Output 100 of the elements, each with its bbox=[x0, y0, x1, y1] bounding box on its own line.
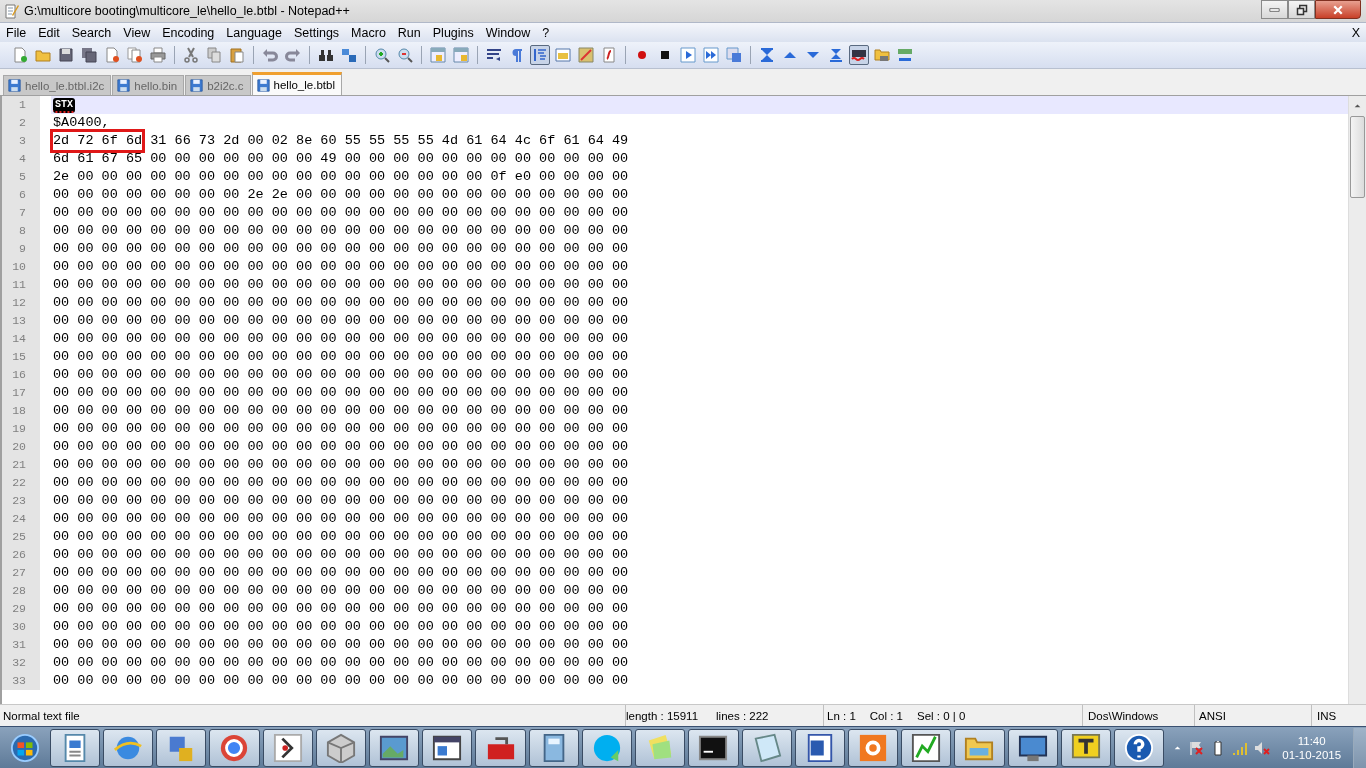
line-number: 28 bbox=[2, 582, 40, 600]
menu-item[interactable]: Search bbox=[65, 25, 118, 40]
status-text: Ln : 1 bbox=[827, 709, 856, 722]
taskbar-button[interactable] bbox=[422, 728, 473, 767]
menu-item[interactable]: ? bbox=[536, 25, 556, 40]
indent-guide-button[interactable] bbox=[530, 45, 550, 65]
taskbar-button[interactable] bbox=[315, 728, 366, 767]
menu-item[interactable]: Plugins bbox=[426, 25, 480, 40]
taskbar-button[interactable] bbox=[528, 728, 579, 767]
line-number: 9 bbox=[2, 240, 40, 258]
zoom-in-button[interactable] bbox=[372, 45, 392, 65]
menu-item[interactable]: Macro bbox=[345, 25, 392, 40]
code-line: 00 00 00 00 00 00 00 00 00 00 00 00 00 00 00 00 00 00 00 00 00 00 00 00 bbox=[52, 618, 630, 636]
file-tab[interactable]: hello_le.btbl.i2c bbox=[3, 75, 112, 95]
taskbar-button[interactable] bbox=[901, 728, 952, 767]
line-number: 5 bbox=[2, 168, 40, 186]
status-text: lines : 222 bbox=[716, 709, 769, 722]
taskbar-button[interactable] bbox=[1114, 728, 1165, 767]
chart-icon bbox=[911, 732, 942, 763]
code-line: 00 00 00 00 00 00 00 00 00 00 00 00 00 00 00 00 00 00 00 00 00 00 00 00 bbox=[52, 384, 630, 402]
new-file-icon bbox=[12, 47, 28, 63]
taskbar-button[interactable] bbox=[794, 728, 845, 767]
taskbar-button[interactable] bbox=[635, 728, 686, 767]
line-number: 32 bbox=[2, 654, 40, 672]
taskbar-button[interactable] bbox=[954, 728, 1005, 767]
code-line: 00 00 00 00 00 00 00 00 00 00 00 00 00 00 00 00 00 00 00 00 00 00 00 00 bbox=[52, 294, 630, 312]
taskbar-button[interactable] bbox=[475, 728, 526, 767]
close-file-icon bbox=[104, 47, 120, 63]
restore-icon bbox=[1295, 3, 1308, 16]
save-all-button[interactable] bbox=[79, 45, 99, 65]
print-button[interactable] bbox=[148, 45, 168, 65]
cut-button[interactable] bbox=[181, 45, 201, 65]
code-line: 00 00 00 00 00 00 00 00 00 00 00 00 00 00 00 00 00 00 00 00 00 00 00 00 bbox=[52, 474, 630, 492]
menu-item[interactable]: Edit bbox=[32, 25, 66, 40]
sync-horizontal-icon bbox=[453, 47, 469, 63]
file-tab[interactable]: hello_le.btbl bbox=[251, 72, 342, 95]
play-icon bbox=[680, 47, 696, 63]
code-line: 00 00 00 00 00 00 00 00 00 00 00 00 00 00 00 00 00 00 00 00 00 00 00 00 bbox=[52, 636, 630, 654]
menu-item[interactable]: Run bbox=[391, 25, 427, 40]
taskbar-button[interactable] bbox=[156, 728, 207, 767]
zoom-out-button[interactable] bbox=[395, 45, 415, 65]
code-line: 00 00 00 00 00 00 00 00 00 00 00 00 00 00 00 00 00 00 00 00 00 00 00 00 bbox=[52, 258, 630, 276]
expand-icon bbox=[828, 47, 844, 63]
menu-item[interactable]: Encoding bbox=[156, 25, 221, 40]
taskbar-button[interactable] bbox=[1060, 728, 1112, 767]
status-text: Col : 1 bbox=[869, 709, 904, 722]
taskbar-button[interactable] bbox=[1007, 728, 1058, 767]
menu-item[interactable]: Settings bbox=[287, 25, 346, 40]
code-line: 00 00 00 00 00 00 00 00 00 00 00 00 00 00 00 00 00 00 00 00 00 00 00 00 bbox=[52, 510, 630, 528]
taskbar-button[interactable] bbox=[688, 728, 739, 767]
taskbar-button[interactable] bbox=[102, 728, 154, 767]
show-hidden-icon[interactable] bbox=[1173, 743, 1183, 752]
line-number: 21 bbox=[2, 456, 40, 474]
code-line: 00 00 00 00 00 00 00 00 00 00 00 00 00 00 00 00 00 00 00 00 00 00 00 00 bbox=[52, 204, 630, 222]
code-line: 00 00 00 00 00 00 00 00 00 00 00 00 00 00 00 00 00 00 00 00 00 00 00 00 bbox=[52, 366, 630, 384]
play-button[interactable] bbox=[678, 45, 698, 65]
close-document-button[interactable]: X bbox=[1345, 25, 1366, 40]
menu-item[interactable]: File bbox=[0, 25, 33, 40]
menu-item[interactable]: Language bbox=[220, 25, 288, 40]
taskbar-button[interactable] bbox=[262, 728, 313, 767]
close-button[interactable] bbox=[1315, 0, 1361, 19]
clock-time: 11:40 bbox=[1297, 733, 1326, 748]
spellcheck-button[interactable] bbox=[849, 45, 869, 65]
taskbar-button[interactable] bbox=[581, 728, 633, 767]
line-number: 8 bbox=[2, 222, 40, 240]
scrollbar-thumb[interactable] bbox=[1350, 116, 1365, 198]
status-text: length : 15911 bbox=[626, 709, 699, 722]
paste-button[interactable] bbox=[227, 45, 247, 65]
taskbar-button[interactable] bbox=[741, 728, 792, 767]
fast-forward-icon bbox=[703, 47, 719, 63]
fast-forward-button[interactable] bbox=[701, 45, 721, 65]
chat-bubble-icon bbox=[591, 732, 622, 763]
code-text: 31 66 73 2d 00 02 8e 60 55 55 55 55 4d 61 64 4c 6f 61 64 49 bbox=[149, 132, 629, 150]
line-number: 14 bbox=[2, 330, 40, 348]
file-tab[interactable]: b2i2c.c bbox=[185, 75, 251, 95]
restore-button[interactable] bbox=[1288, 0, 1315, 19]
code-line: 00 00 00 00 00 00 00 00 00 00 00 00 00 00 00 00 00 00 00 00 00 00 00 00 bbox=[52, 438, 630, 456]
code-line: 00 00 00 00 00 00 00 00 00 00 00 00 00 00 00 00 00 00 00 00 00 00 00 00 bbox=[52, 654, 630, 672]
clock[interactable]: 11:40 01-10-2015 bbox=[1276, 733, 1348, 762]
code-line: 6d 61 67 65 00 00 00 00 00 00 00 49 00 00 00 00 00 00 00 00 00 00 00 00 bbox=[52, 150, 630, 168]
menu-item[interactable]: Window bbox=[479, 25, 537, 40]
file-tab[interactable]: hello.bin bbox=[112, 75, 185, 95]
taskbar-button[interactable] bbox=[847, 728, 899, 767]
menu-item[interactable]: View bbox=[117, 25, 157, 40]
code-line: 00 00 00 00 00 00 00 00 00 00 00 00 00 00 00 00 00 00 00 00 00 00 00 00 bbox=[52, 402, 630, 420]
flag-icon[interactable] bbox=[1188, 739, 1205, 756]
floppy-icon bbox=[117, 79, 131, 92]
scroll-up-icon[interactable] bbox=[1353, 101, 1362, 110]
taskbar-button[interactable] bbox=[49, 728, 100, 767]
save-button[interactable] bbox=[56, 45, 76, 65]
code-line: 00 00 00 00 00 00 00 00 00 00 00 00 00 00 00 00 00 00 00 00 00 00 00 00 bbox=[52, 492, 630, 510]
close-all-button[interactable] bbox=[125, 45, 145, 65]
vertical-scrollbar[interactable] bbox=[1348, 96, 1366, 704]
taskbar-button[interactable] bbox=[368, 728, 420, 767]
code-line: 00 00 00 00 00 00 00 00 2e 2e 00 00 00 00 00 00 00 00 00 00 00 00 00 00 bbox=[52, 186, 630, 204]
redo-icon bbox=[285, 47, 301, 63]
line-number: 4 bbox=[2, 150, 40, 168]
windows-logo-icon bbox=[10, 732, 41, 763]
code-line: 00 00 00 00 00 00 00 00 00 00 00 00 00 00 00 00 00 00 00 00 00 00 00 00 bbox=[52, 546, 630, 564]
taskbar-button[interactable] bbox=[209, 728, 260, 767]
